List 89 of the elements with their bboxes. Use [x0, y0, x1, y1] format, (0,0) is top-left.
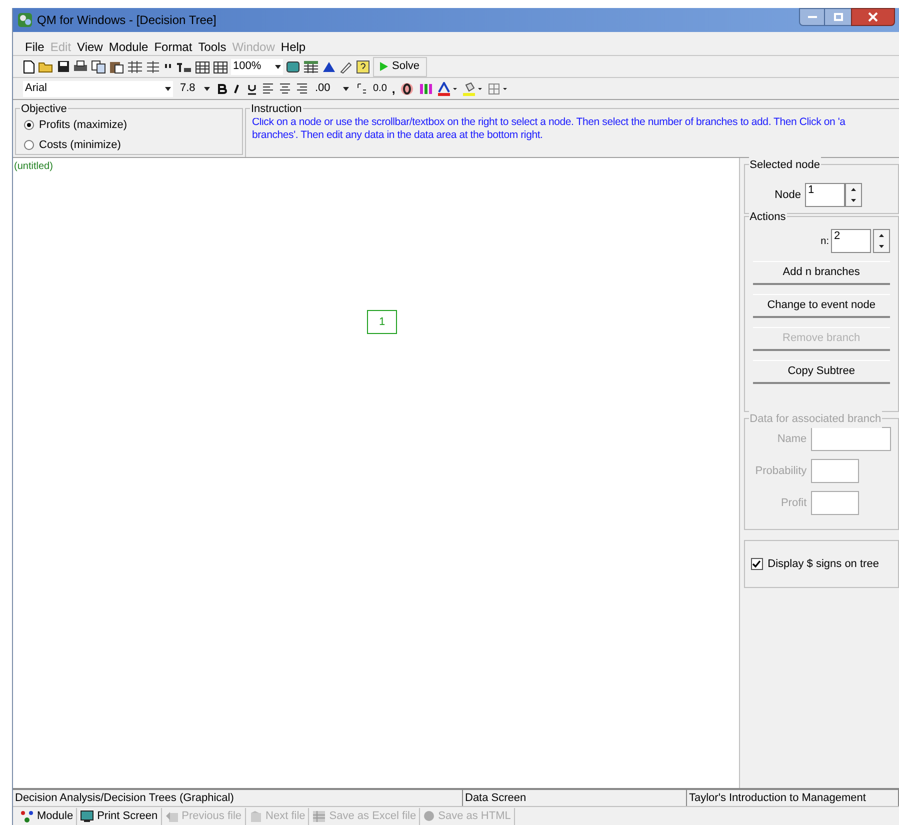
app-icon [17, 12, 33, 28]
grid-icon[interactable] [127, 60, 143, 74]
triangle-icon[interactable] [322, 60, 336, 72]
table-icon[interactable] [195, 60, 210, 74]
field-label: Node [774, 188, 801, 203]
toolbar-button[interactable]: Module [17, 808, 78, 824]
maximize-button[interactable] [825, 8, 851, 26]
dropdown-arrow-icon [343, 86, 349, 90]
monitor-icon [80, 810, 94, 822]
save-icon[interactable] [57, 60, 70, 73]
dropdown-arrow-icon [275, 64, 281, 68]
spreadsheet-icon[interactable] [303, 60, 319, 74]
instruction-text: Click on a node or use the scrollbar/textbox on the right to select a node. Then select the number of branches to add. Then Click on 'a [252, 116, 846, 129]
window-icon[interactable] [286, 60, 300, 72]
table-icon[interactable] [213, 60, 228, 74]
group-title: Objective [20, 101, 68, 118]
font-size-dropdown[interactable]: 7.8 [178, 80, 212, 96]
underline-icon[interactable] [247, 82, 257, 94]
folder-icon[interactable] [38, 60, 54, 72]
radio-label: Profits (maximize) [39, 118, 128, 133]
toolbar-button[interactable]: Print Screen [77, 808, 162, 824]
decimals-dropdown[interactable]: .00 [313, 80, 351, 96]
comma-format-button[interactable]: , [392, 80, 396, 98]
field-label: Profit [780, 496, 807, 511]
radio-label: Costs (minimize) [39, 138, 121, 152]
field-label: n: [820, 234, 829, 248]
decimal-format-button[interactable]: 0.0 [373, 81, 387, 96]
fill-color-icon[interactable] [463, 82, 484, 96]
menu-item[interactable]: Module [108, 38, 148, 56]
menu-item[interactable]: Format [154, 38, 192, 56]
play-icon [380, 62, 388, 71]
group-title: Instruction [250, 101, 303, 118]
action-button[interactable]: Change to event node [752, 294, 890, 318]
menu-item[interactable]: File [25, 38, 44, 56]
help-icon[interactable] [356, 60, 370, 74]
menu-item[interactable]: Help [280, 38, 306, 56]
checkbox[interactable] [750, 558, 763, 570]
close-button[interactable] [851, 8, 895, 26]
back-icon [164, 810, 179, 822]
font-dropdown[interactable]: Arial [23, 80, 173, 96]
paste-icon[interactable] [109, 60, 124, 74]
input-field[interactable] [810, 459, 859, 483]
grid-icon[interactable] [146, 60, 160, 74]
color-bars-icon[interactable] [419, 82, 434, 95]
close-icon [868, 12, 878, 22]
align-center-icon[interactable] [279, 83, 291, 94]
status-bar-panel: Data Screen [463, 790, 687, 806]
radio-button[interactable] [24, 120, 34, 130]
canvas-title: (untitled) [14, 160, 53, 174]
new-file-icon[interactable] [23, 60, 35, 74]
action-button[interactable]: Copy Subtree [752, 360, 890, 384]
group-title: Data for associated branch [748, 411, 882, 428]
menu-item[interactable]: Tools [198, 38, 226, 56]
checkbox-label: Display $ signs on tree [768, 556, 879, 572]
font-color-icon[interactable] [438, 82, 458, 96]
printer-icon[interactable] [73, 60, 88, 73]
borders-icon[interactable] [488, 82, 508, 96]
field-label: Probability [754, 464, 807, 479]
check-icon [752, 560, 762, 568]
spin-button[interactable] [873, 229, 890, 253]
bold-icon[interactable] [217, 82, 227, 94]
status-bar-panel: Decision Analysis/Decision Trees (Graphical) [13, 790, 463, 806]
pen-icon[interactable] [339, 60, 353, 74]
status-bar-panel: Taylor's Introduction to Management [687, 790, 899, 806]
input-field[interactable] [810, 491, 859, 515]
align-right-icon[interactable] [296, 83, 308, 94]
spin-button[interactable] [844, 183, 862, 207]
spreadsheet-icon [312, 810, 326, 822]
copy-icon[interactable] [91, 60, 106, 74]
radio-button[interactable] [24, 140, 34, 150]
dropdown-arrow-icon [204, 86, 210, 90]
dropdown-arrow-icon [165, 86, 171, 90]
action-button[interactable]: Add n branches [752, 261, 890, 285]
align-left-icon[interactable] [262, 83, 274, 94]
window-title: QM for Windows - [Decision Tree] [37, 12, 216, 29]
minimize-button[interactable] [799, 8, 825, 26]
branch-count-input[interactable]: 2 [831, 229, 871, 253]
tree-icon [20, 810, 34, 822]
solve-button[interactable]: Solve [373, 56, 427, 76]
instruction-text: branches'. Then edit any data in the data area at the bottom right. [252, 129, 543, 142]
input-field[interactable] [810, 427, 891, 451]
zero-icon[interactable] [400, 82, 414, 96]
node-input[interactable]: 1 [804, 183, 845, 207]
text-format-icon[interactable] [176, 60, 192, 72]
menu-item[interactable]: View [77, 38, 103, 56]
field-label: Name [776, 432, 807, 447]
italic-icon[interactable] [232, 82, 242, 94]
zoom-dropdown[interactable]: 100% [231, 58, 283, 74]
globe-icon [423, 810, 436, 822]
